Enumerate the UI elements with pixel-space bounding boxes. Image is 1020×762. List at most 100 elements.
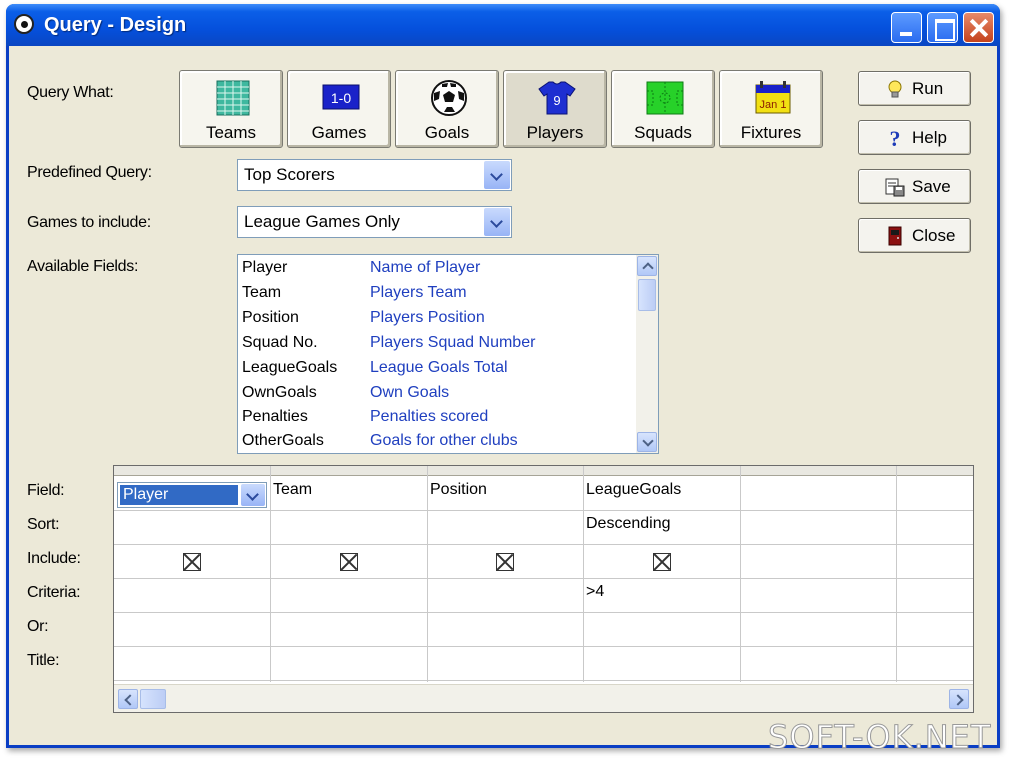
games-button[interactable]: 1-0 Games (287, 70, 391, 148)
svg-text:9: 9 (553, 93, 560, 108)
field-name: Player (242, 259, 288, 276)
games-to-include-value: League Games Only (244, 212, 400, 231)
field-cell[interactable]: Position (430, 481, 487, 499)
predefined-query-value: Top Scorers (244, 165, 335, 184)
scroll-thumb[interactable] (638, 279, 656, 311)
list-item[interactable]: Squad No. Players Squad Number (238, 334, 632, 358)
lightbulb-icon (888, 80, 902, 98)
field-name: OtherGoals (242, 432, 324, 449)
grid-column-header[interactable] (114, 466, 973, 476)
scroll-down-icon[interactable] (637, 432, 657, 452)
scroll-thumb[interactable] (140, 689, 166, 709)
field-select-player[interactable]: Player (117, 482, 267, 508)
field-cell[interactable]: LeagueGoals (586, 481, 681, 499)
field-name: Team (242, 284, 282, 301)
squads-label: Squads (634, 123, 692, 142)
include-checkbox[interactable] (340, 553, 358, 571)
field-description: Goals for other clubs (370, 432, 518, 449)
list-item[interactable]: LeagueGoals League Goals Total (238, 359, 632, 383)
scroll-up-icon[interactable] (637, 256, 657, 276)
goals-button[interactable]: Goals (395, 70, 499, 148)
horizontal-scrollbar[interactable] (114, 684, 973, 712)
football-icon (431, 80, 467, 116)
scroll-left-icon[interactable] (118, 689, 138, 709)
save-label: Save (912, 177, 951, 196)
field-description: Penalties scored (370, 408, 489, 425)
grid-row-label-criteria: Criteria: (27, 584, 81, 601)
field-name: OwnGoals (242, 384, 317, 401)
run-button[interactable]: Run (858, 71, 971, 106)
include-checkbox[interactable] (653, 553, 671, 571)
watermark: SOFT-OK.NET (767, 718, 992, 757)
svg-text:Jan 1: Jan 1 (760, 99, 787, 111)
score-board-icon: 1-0 (322, 84, 360, 110)
predefined-query-select[interactable]: Top Scorers (237, 159, 512, 191)
chevron-down-icon[interactable] (484, 208, 510, 236)
football-app-icon[interactable] (14, 14, 34, 34)
players-label: Players (526, 123, 584, 142)
field-cell[interactable]: Team (273, 481, 312, 499)
list-item[interactable]: Team Players Team (238, 284, 632, 308)
squads-button[interactable]: Squads (611, 70, 715, 148)
window-title: Query - Design (44, 14, 187, 36)
criteria-cell[interactable]: >4 (586, 583, 604, 601)
chevron-down-icon[interactable] (484, 161, 510, 189)
grid-row-label-field: Field: (27, 482, 65, 499)
games-to-include-label: Games to include: (27, 214, 151, 231)
include-checkbox[interactable] (496, 553, 514, 571)
available-fields-label: Available Fields: (27, 258, 139, 275)
field-name: LeagueGoals (242, 359, 338, 376)
list-item[interactable]: OwnGoals Own Goals (238, 384, 632, 408)
field-description: League Goals Total (370, 359, 508, 376)
sort-cell[interactable]: Descending (586, 515, 671, 533)
goals-label: Goals (424, 123, 470, 142)
pitch-icon (646, 81, 684, 115)
field-name: Position (242, 309, 299, 326)
save-button[interactable]: Save (858, 169, 971, 204)
grid-row-label-include: Include: (27, 550, 81, 567)
save-document-icon (885, 178, 905, 197)
fixtures-button[interactable]: Jan 1 Fixtures (719, 70, 823, 148)
players-button[interactable]: 9 Players (503, 70, 607, 148)
shirt-icon: 9 (538, 81, 576, 115)
predefined-query-label: Predefined Query: (27, 164, 152, 181)
title-bar[interactable]: Query - Design (6, 4, 1000, 46)
list-item[interactable]: Position Players Position (238, 309, 632, 333)
chevron-down-icon[interactable] (241, 484, 265, 506)
maximize-button[interactable] (927, 12, 958, 43)
games-label: Games (311, 123, 367, 142)
available-fields-list[interactable]: Player Name of Player Team Players Team Po… (237, 254, 659, 454)
teams-label: Teams (205, 123, 257, 142)
field-description: Own Goals (370, 384, 450, 401)
list-item[interactable]: Player Name of Player (238, 259, 632, 283)
grid-row-label-or: Or: (27, 618, 49, 635)
minimize-button[interactable] (891, 12, 922, 43)
svg-text:?: ? (890, 128, 901, 148)
games-to-include-select[interactable]: League Games Only (237, 206, 512, 238)
grid-row-label-title: Title: (27, 652, 60, 669)
field-description: Players Squad Number (370, 334, 536, 351)
vertical-scrollbar[interactable] (636, 255, 658, 453)
question-mark-icon: ? (890, 128, 901, 148)
close-label: Close (912, 226, 956, 245)
teams-button[interactable]: Teams (179, 70, 283, 148)
list-item[interactable]: OtherGoals Goals for other clubs (238, 432, 632, 453)
run-label: Run (912, 79, 944, 98)
query-grid[interactable]: Player Team Position LeagueGoals Descend… (113, 465, 974, 713)
close-window-button[interactable] (963, 12, 994, 43)
teams-grid-icon (216, 80, 250, 116)
list-item[interactable]: Penalties Penalties scored (238, 408, 632, 432)
field-description: Name of Player (370, 259, 481, 276)
help-button[interactable]: ? Help (858, 120, 971, 155)
exit-door-icon (888, 226, 902, 246)
field-selected-value: Player (120, 485, 238, 505)
scroll-right-icon[interactable] (949, 689, 969, 709)
svg-text:1-0: 1-0 (331, 90, 351, 106)
query-design-window: Query - Design Query What: Predefined Qu… (6, 4, 1000, 748)
grid-row-label-sort: Sort: (27, 516, 60, 533)
include-checkbox[interactable] (183, 553, 201, 571)
field-name: Penalties (242, 408, 308, 425)
field-description: Players Position (370, 309, 485, 326)
close-button[interactable]: Close (858, 218, 971, 253)
help-label: Help (912, 128, 947, 147)
